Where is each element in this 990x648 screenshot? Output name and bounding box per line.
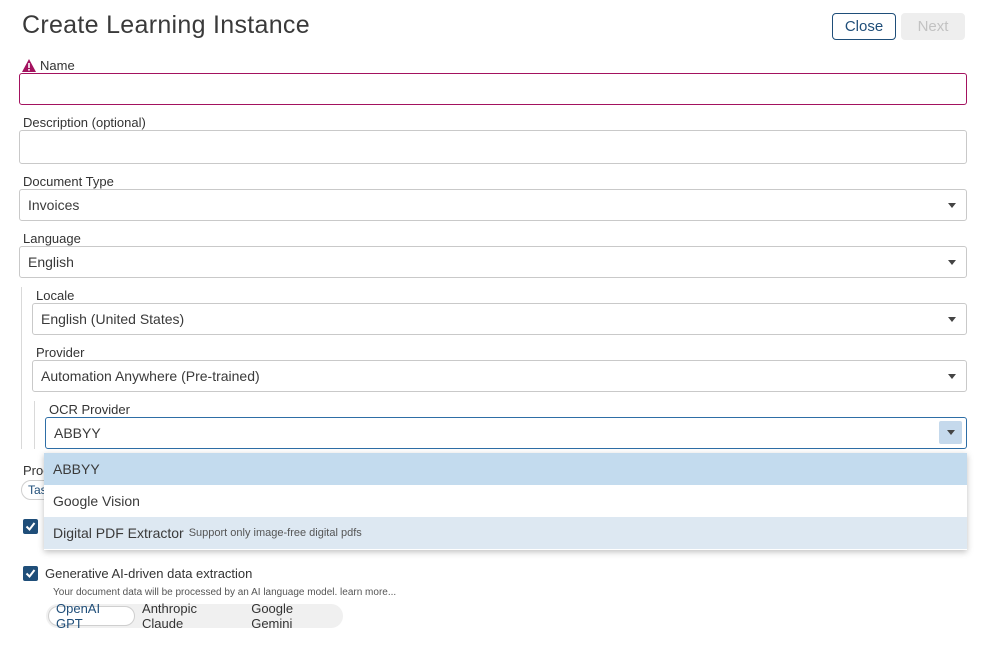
gen-ai-checkbox[interactable]	[23, 566, 38, 581]
indent-divider	[21, 287, 22, 449]
locale-select[interactable]: English (United States)	[32, 303, 967, 335]
warning-icon	[22, 59, 36, 72]
chevron-down-icon	[948, 260, 956, 265]
chevron-down-icon	[948, 203, 956, 208]
description-label: Description (optional)	[23, 115, 146, 130]
checkbox-partial[interactable]	[23, 519, 38, 534]
locale-label: Locale	[36, 288, 75, 303]
chevron-down-icon	[947, 430, 955, 435]
provider-label: Provider	[36, 345, 85, 360]
name-label: Name	[40, 58, 75, 73]
dropdown-toggle-button[interactable]	[939, 421, 962, 444]
option-label: Google Vision	[53, 493, 140, 509]
check-icon	[25, 569, 36, 579]
chevron-down-icon	[948, 317, 956, 322]
close-button[interactable]: Close	[832, 13, 896, 40]
ocr-provider-value: ABBYY	[54, 425, 101, 441]
ai-model-selector: OpenAI GPT Anthropic Claude Google Gemin…	[46, 601, 343, 631]
language-value: English	[28, 254, 74, 270]
provider-value: Automation Anywhere (Pre-trained)	[41, 368, 260, 384]
check-icon	[25, 522, 36, 532]
model-google-gemini[interactable]: Google Gemini	[244, 601, 341, 631]
locale-value: English (United States)	[41, 311, 185, 327]
document-type-select[interactable]: Invoices	[19, 189, 967, 221]
gen-ai-label: Generative AI-driven data extraction	[45, 566, 253, 581]
option-label: ABBYY	[53, 461, 100, 477]
dialog-title: Create Learning Instance	[22, 11, 310, 39]
option-label: Digital PDF Extractor	[53, 525, 184, 541]
gen-ai-note: Your document data will be processed by …	[53, 587, 397, 598]
ocr-provider-select[interactable]: ABBYY	[45, 417, 967, 449]
ocr-provider-label: OCR Provider	[49, 402, 130, 417]
ocr-option-abbyy[interactable]: ABBYY	[44, 453, 967, 485]
provider-select[interactable]: Automation Anywhere (Pre-trained)	[32, 360, 967, 392]
model-anthropic-claude[interactable]: Anthropic Claude	[135, 601, 244, 631]
indent-divider	[34, 401, 35, 449]
ocr-provider-dropdown: ABBYY Google Vision Digital PDF Extracto…	[44, 453, 967, 550]
description-input[interactable]	[19, 130, 967, 164]
option-note: Support only image-free digital pdfs	[188, 527, 362, 539]
name-input[interactable]	[19, 73, 967, 105]
next-button[interactable]: Next	[901, 13, 965, 40]
chevron-down-icon	[948, 374, 956, 379]
ocr-option-digital-pdf-extractor[interactable]: Digital PDF Extractor Support only image…	[44, 517, 967, 549]
language-label: Language	[23, 231, 81, 246]
document-type-label: Document Type	[23, 174, 114, 189]
language-select[interactable]: English	[19, 246, 967, 278]
ocr-option-google-vision[interactable]: Google Vision	[44, 485, 967, 517]
document-type-value: Invoices	[28, 197, 80, 213]
model-openai-gpt[interactable]: OpenAI GPT	[48, 601, 136, 631]
